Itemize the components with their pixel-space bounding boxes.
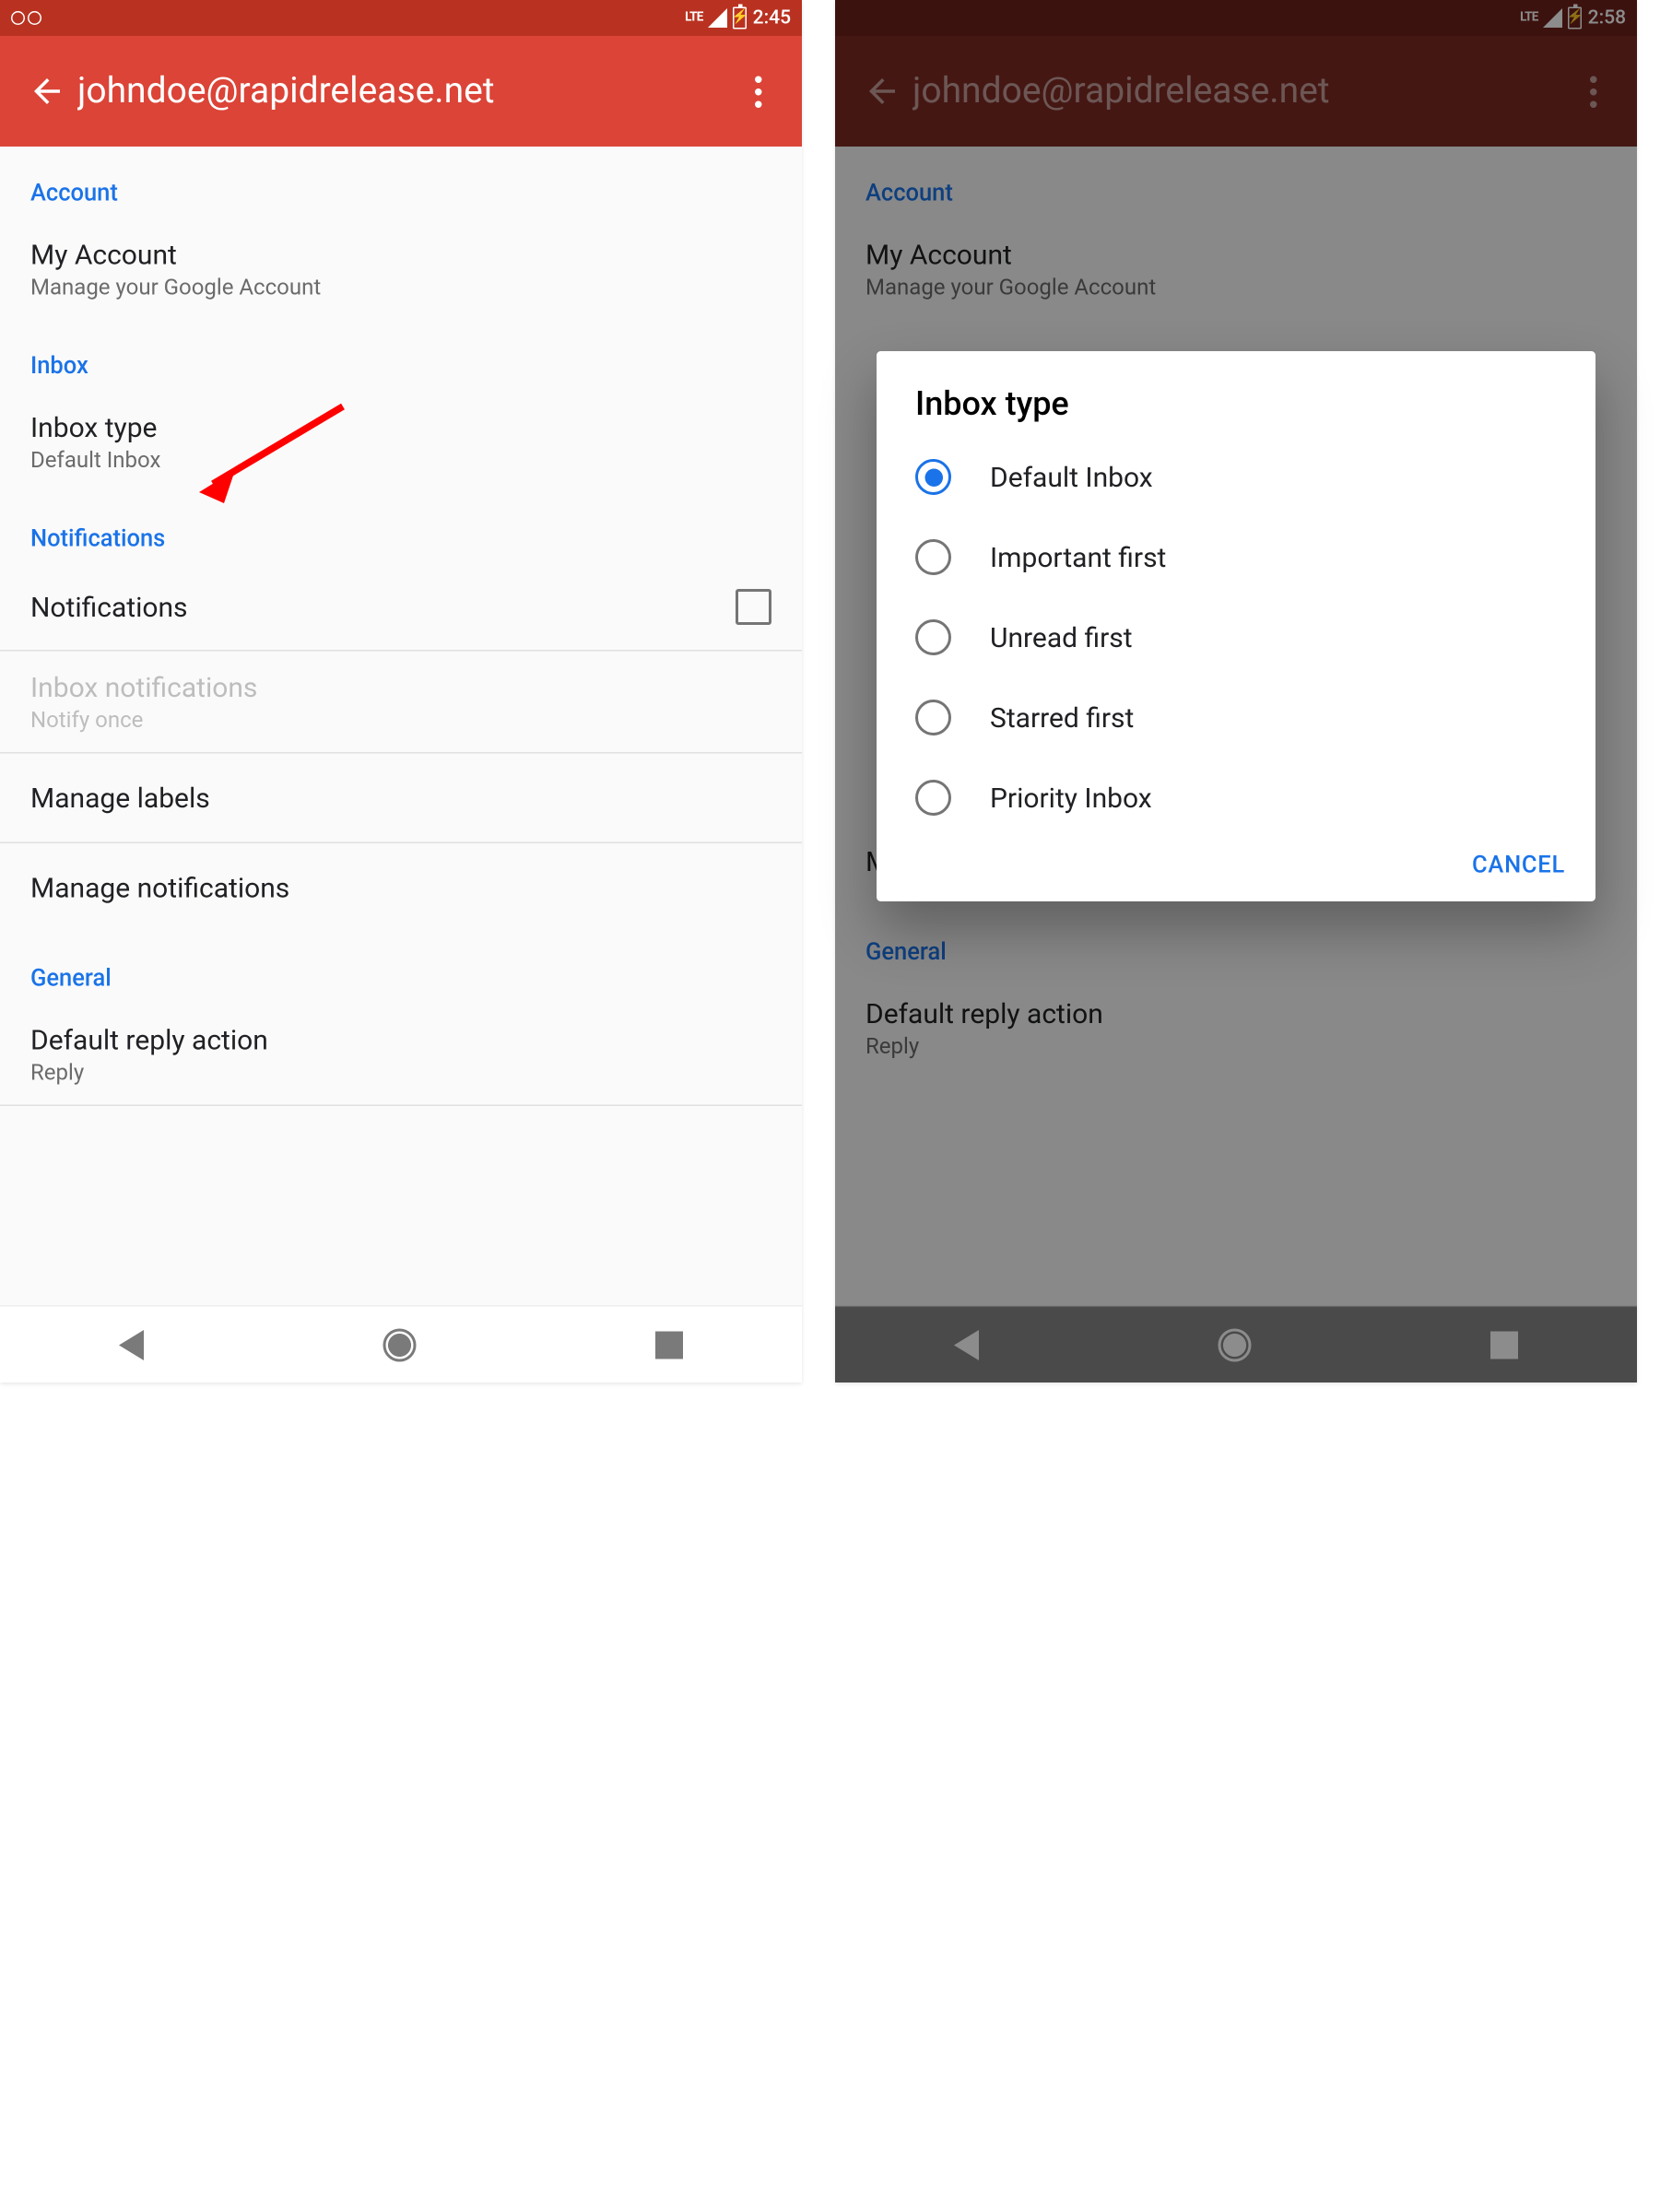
inbox-type-title: Inbox type — [30, 411, 771, 444]
voicemail-icon — [11, 11, 41, 25]
inbox-type-dialog: Inbox type Default Inbox Important first U… — [877, 351, 1595, 901]
radio-icon — [915, 619, 951, 655]
inbox-type-subtitle: Default Inbox — [30, 447, 771, 474]
status-bar: LTE ⚡ 2:45 — [0, 0, 802, 36]
manage-labels-label: Manage labels — [30, 782, 771, 815]
manage-notifications-item[interactable]: Manage notifications — [0, 843, 802, 932]
overflow-menu-button[interactable] — [730, 76, 785, 108]
notifications-label: Notifications — [30, 591, 188, 624]
radio-label: Starred first — [990, 701, 1134, 735]
radio-option[interactable]: Priority Inbox — [877, 758, 1595, 838]
inbox-notifications-subtitle: Notify once — [30, 707, 771, 734]
inbox-notifications-item: Inbox notifications Notify once — [0, 652, 802, 753]
nav-home-icon[interactable] — [383, 1328, 416, 1361]
radio-icon — [915, 700, 951, 735]
section-notifications-header: Notifications — [0, 492, 802, 564]
radio-label: Default Inbox — [990, 461, 1153, 494]
appbar-title: johndoe@rapidrelease.net — [77, 71, 730, 112]
radio-icon — [915, 539, 951, 575]
android-nav-bar — [0, 1305, 802, 1382]
radio-option[interactable]: Default Inbox — [877, 437, 1595, 517]
app-bar: johndoe@rapidrelease.net — [0, 36, 802, 147]
lte-indicator: LTE — [685, 11, 703, 25]
radio-option[interactable]: Important first — [877, 517, 1595, 597]
radio-option[interactable]: Unread first — [877, 597, 1595, 677]
default-reply-title: Default reply action — [30, 1023, 771, 1056]
radio-label: Important first — [990, 541, 1166, 574]
cancel-button[interactable]: CANCEL — [1472, 852, 1565, 879]
radio-option[interactable]: Starred first — [877, 677, 1595, 758]
section-account-header: Account — [0, 147, 802, 218]
notifications-checkbox[interactable] — [736, 589, 771, 625]
radio-icon — [915, 780, 951, 816]
nav-back-icon[interactable] — [119, 1329, 144, 1359]
my-account-subtitle: Manage your Google Account — [30, 274, 771, 300]
my-account-title: My Account — [30, 238, 771, 271]
manage-notifications-label: Manage notifications — [30, 871, 771, 904]
signal-icon — [709, 8, 728, 28]
default-reply-item[interactable]: Default reply action Reply — [0, 1004, 802, 1105]
arrow-back-icon — [28, 72, 66, 111]
back-button[interactable] — [17, 72, 77, 111]
radio-icon — [915, 459, 951, 495]
notifications-toggle-item[interactable]: Notifications — [0, 564, 802, 650]
radio-label: Unread first — [990, 621, 1133, 654]
phone-right: LTE ⚡ 2:58 johndoe@rapidrelease.net Acco… — [835, 0, 1637, 1382]
settings-list[interactable]: Account My Account Manage your Google Ac… — [0, 147, 802, 1305]
battery-icon: ⚡ — [734, 7, 748, 29]
radio-label: Priority Inbox — [990, 782, 1152, 815]
default-reply-subtitle: Reply — [30, 1059, 771, 1086]
inbox-type-item[interactable]: Inbox type Default Inbox — [0, 392, 802, 493]
dialog-title: Inbox type — [877, 384, 1595, 437]
section-general-header: General — [0, 932, 802, 1004]
inbox-notifications-title: Inbox notifications — [30, 671, 771, 704]
status-time: 2:45 — [753, 7, 791, 29]
phone-left: LTE ⚡ 2:45 johndoe@rapidrelease.net Acco… — [0, 0, 802, 1382]
manage-labels-item[interactable]: Manage labels — [0, 754, 802, 842]
section-inbox-header: Inbox — [0, 320, 802, 392]
divider — [0, 1105, 802, 1107]
nav-recents-icon[interactable] — [654, 1331, 682, 1359]
my-account-item[interactable]: My Account Manage your Google Account — [0, 218, 802, 320]
more-vert-icon — [754, 76, 761, 108]
